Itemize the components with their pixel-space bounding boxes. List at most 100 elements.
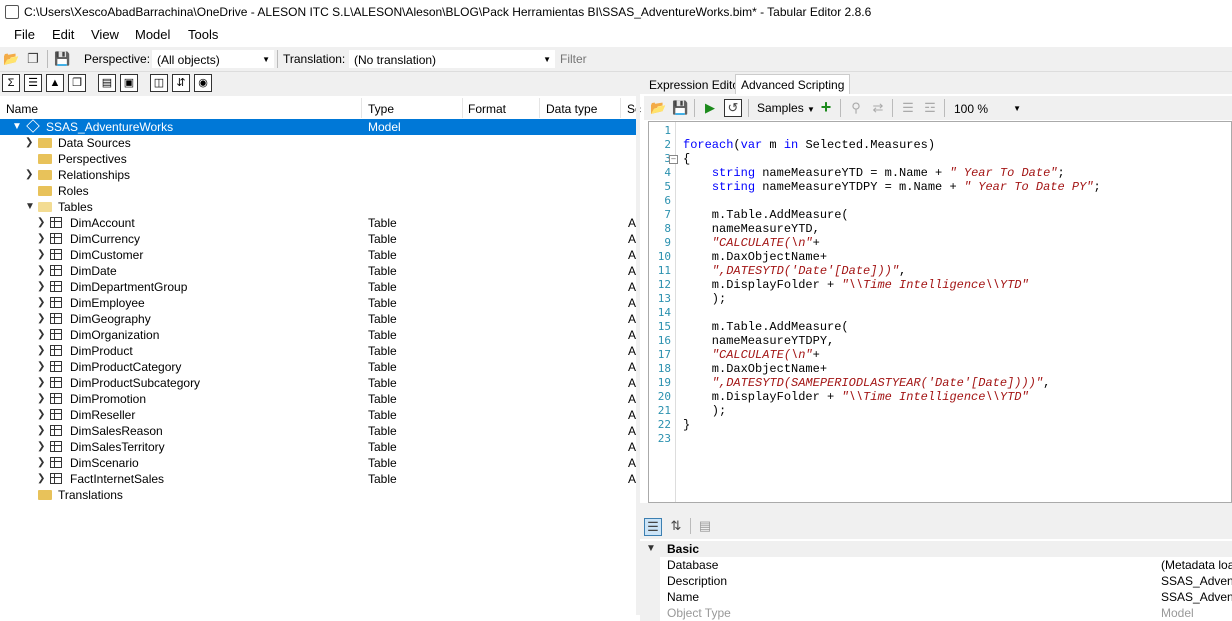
- sort-icon[interactable]: ⇵: [172, 74, 190, 92]
- chevron-right-icon[interactable]: ❯: [37, 311, 45, 327]
- column-header-name[interactable]: Name: [6, 102, 38, 116]
- tree-node-model[interactable]: ▼ SSAS_AdventureWorks Model: [0, 119, 636, 135]
- deploy-icon[interactable]: ❐: [25, 51, 41, 67]
- perspective-select[interactable]: (All objects) ▼: [152, 50, 274, 68]
- chevron-right-icon[interactable]: ❯: [37, 247, 45, 263]
- chevron-right-icon[interactable]: ❯: [37, 263, 45, 279]
- menu-edit[interactable]: Edit: [52, 27, 74, 42]
- columns-icon[interactable]: ◫: [150, 74, 168, 92]
- column-divider[interactable]: [539, 98, 540, 118]
- tree-node-tables[interactable]: ▼ Tables: [0, 199, 636, 215]
- tab-expression-editor[interactable]: Expression Editor: [644, 75, 748, 95]
- tree-node-table[interactable]: ❯ DimSalesTerritory Table A: [0, 439, 636, 455]
- hierarchy-icon[interactable]: ▲: [46, 74, 64, 92]
- property-pages-icon[interactable]: ▤: [697, 518, 713, 534]
- chevron-down-icon[interactable]: ▼: [25, 199, 35, 215]
- metadata-icon[interactable]: ◉: [194, 74, 212, 92]
- column-header-format[interactable]: Format: [468, 102, 506, 116]
- property-row[interactable]: Name SSAS_Adventu: [640, 589, 1232, 605]
- chevron-right-icon[interactable]: ❯: [37, 215, 45, 231]
- open-script-icon[interactable]: 📂: [650, 100, 666, 116]
- property-row[interactable]: Database (Metadata load: [640, 557, 1232, 573]
- tree-node-table[interactable]: ❯ DimDate Table A: [0, 263, 636, 279]
- column-icon[interactable]: ☰: [24, 74, 42, 92]
- uncomment-icon[interactable]: ☲: [922, 100, 938, 116]
- chevron-right-icon[interactable]: ❯: [37, 471, 45, 487]
- menu-view[interactable]: View: [91, 27, 119, 42]
- tree-node-data-sources[interactable]: ❯ Data Sources: [0, 135, 636, 151]
- property-row[interactable]: Object Type Model: [640, 605, 1232, 621]
- tree-node-table[interactable]: ❯ DimProduct Table A: [0, 343, 636, 359]
- open-folder-icon[interactable]: 📂: [3, 51, 19, 67]
- show-hidden-icon[interactable]: ▤: [98, 74, 116, 92]
- property-row[interactable]: Description SSAS_Adventu: [640, 573, 1232, 589]
- tree-node-table[interactable]: ❯ DimCustomer Table A: [0, 247, 636, 263]
- chevron-down-icon[interactable]: ▼: [646, 541, 656, 557]
- property-value[interactable]: Model: [1161, 605, 1194, 621]
- chevron-right-icon[interactable]: ❯: [37, 327, 45, 343]
- filter-input[interactable]: [556, 50, 1228, 68]
- property-value[interactable]: SSAS_Adventu: [1161, 589, 1232, 605]
- save-icon[interactable]: 💾: [54, 51, 70, 67]
- tab-advanced-scripting[interactable]: Advanced Scripting: [735, 74, 851, 94]
- menu-tools[interactable]: Tools: [188, 27, 218, 42]
- add-icon[interactable]: +: [818, 98, 834, 116]
- tree-node-table[interactable]: ❯ DimCurrency Table A: [0, 231, 636, 247]
- property-value[interactable]: SSAS_Adventu: [1161, 573, 1232, 589]
- column-header-data-type[interactable]: Data type: [546, 102, 597, 116]
- chevron-right-icon[interactable]: ❯: [37, 279, 45, 295]
- cube-icon[interactable]: ❐: [68, 74, 86, 92]
- chevron-down-icon[interactable]: ▼: [12, 119, 22, 135]
- property-category[interactable]: ▼ Basic: [640, 541, 1232, 557]
- save-script-icon[interactable]: 💾: [672, 100, 688, 116]
- menu-file[interactable]: File: [14, 27, 35, 42]
- tree-node-table[interactable]: ❯ DimPromotion Table A: [0, 391, 636, 407]
- horizontal-splitter[interactable]: [640, 503, 1232, 513]
- tree-node-relationships[interactable]: ❯ Relationships: [0, 167, 636, 183]
- tree-node-table[interactable]: ❯ DimOrganization Table A: [0, 327, 636, 343]
- sigma-icon[interactable]: Σ: [2, 74, 20, 92]
- alphabetical-icon[interactable]: ⇅: [668, 518, 684, 534]
- chevron-right-icon[interactable]: ❯: [25, 135, 33, 151]
- chevron-right-icon[interactable]: ❯: [25, 167, 33, 183]
- samples-dropdown[interactable]: Samples ▼: [757, 101, 815, 115]
- column-divider[interactable]: [620, 98, 621, 118]
- tree-node-perspectives[interactable]: Perspectives: [0, 151, 636, 167]
- property-value[interactable]: (Metadata load: [1161, 557, 1232, 573]
- zoom-select[interactable]: 100 % ▼: [949, 99, 1025, 117]
- categorized-icon[interactable]: ☰: [644, 518, 662, 536]
- tree-node-table[interactable]: ❯ DimSalesReason Table A: [0, 423, 636, 439]
- chevron-right-icon[interactable]: ❯: [37, 391, 45, 407]
- undo-icon[interactable]: ↺: [724, 99, 742, 117]
- tree-node-roles[interactable]: Roles: [0, 183, 636, 199]
- tree-node-table[interactable]: ❯ DimDepartmentGroup Table A: [0, 279, 636, 295]
- comment-icon[interactable]: ☰: [900, 100, 916, 116]
- chevron-right-icon[interactable]: ❯: [37, 359, 45, 375]
- run-icon[interactable]: ▶: [702, 100, 718, 116]
- chevron-right-icon[interactable]: ❯: [37, 455, 45, 471]
- display-folder-icon[interactable]: ▣: [120, 74, 138, 92]
- tree-node-table[interactable]: ❯ DimProductSubcategory Table A: [0, 375, 636, 391]
- search-icon[interactable]: ⚲: [848, 100, 864, 116]
- replace-icon[interactable]: ⇄: [870, 100, 886, 116]
- chevron-right-icon[interactable]: ❯: [37, 295, 45, 311]
- menu-model[interactable]: Model: [135, 27, 170, 42]
- chevron-right-icon[interactable]: ❯: [37, 343, 45, 359]
- column-header-type[interactable]: Type: [368, 102, 394, 116]
- column-divider[interactable]: [462, 98, 463, 118]
- tree-node-table[interactable]: ❯ DimReseller Table A: [0, 407, 636, 423]
- chevron-right-icon[interactable]: ❯: [37, 231, 45, 247]
- chevron-right-icon[interactable]: ❯: [37, 423, 45, 439]
- translation-select[interactable]: (No translation) ▼: [349, 50, 555, 68]
- tree-node-table[interactable]: ❯ DimScenario Table A: [0, 455, 636, 471]
- script-editor[interactable]: 1 2 3 4 5 6 7 8 9 10 11 12 13 14 15 16 17 18 19 20 21 22 23 fo…: [648, 121, 1232, 503]
- fold-toggle-icon[interactable]: –: [669, 155, 678, 164]
- column-divider[interactable]: [361, 98, 362, 118]
- tree-node-table[interactable]: ❯ DimProductCategory Table A: [0, 359, 636, 375]
- chevron-right-icon[interactable]: ❯: [37, 407, 45, 423]
- chevron-right-icon[interactable]: ❯: [37, 439, 45, 455]
- tree-node-table[interactable]: ❯ DimGeography Table A: [0, 311, 636, 327]
- tree-node-table[interactable]: ❯ FactInternetSales Table A: [0, 471, 636, 487]
- tree-node-table[interactable]: ❯ DimAccount Table A: [0, 215, 636, 231]
- chevron-right-icon[interactable]: ❯: [37, 375, 45, 391]
